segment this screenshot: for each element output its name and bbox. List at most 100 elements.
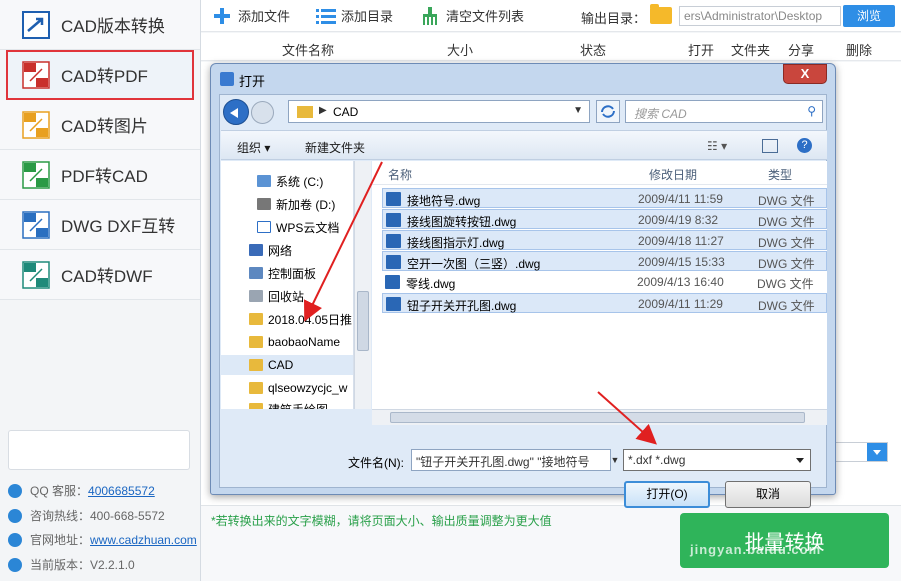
- dwg-file-icon: [385, 275, 400, 289]
- tree-item[interactable]: 控制面板: [249, 263, 316, 283]
- cad-to-image-icon: [22, 110, 50, 139]
- file-pane-scrollbar[interactable]: [372, 409, 827, 425]
- back-arrow-icon[interactable]: [223, 99, 249, 125]
- tree-item[interactable]: 2018.04.05日推: [249, 309, 352, 329]
- column-folder: 文件夹: [731, 43, 771, 58]
- drive-icon: [257, 175, 271, 187]
- file-row[interactable]: 零线.dwg 2009/4/13 16:40 DWG 文件: [382, 272, 827, 292]
- list-icon: [316, 7, 337, 25]
- tree-item-selected[interactable]: CAD: [221, 355, 353, 375]
- header-date[interactable]: 修改日期: [649, 166, 697, 183]
- column-delete: 删除: [846, 43, 873, 58]
- plus-icon: [213, 7, 231, 25]
- control-panel-icon: [249, 267, 263, 279]
- tree-item[interactable]: WPS云文档: [257, 217, 339, 237]
- tree-scrollbar[interactable]: [354, 161, 371, 409]
- website-link[interactable]: www.cadzhuan.com: [90, 533, 197, 547]
- tree-item[interactable]: 系统 (C:): [257, 171, 323, 191]
- dialog-title: 打开: [239, 74, 266, 89]
- version-icon: [8, 557, 22, 572]
- browse-button[interactable]: 浏览: [843, 5, 895, 27]
- folder-icon: [249, 359, 263, 371]
- view-options-icon[interactable]: ☷ ▾: [707, 139, 727, 153]
- version: 当前版本：V2.2.1.0: [8, 556, 135, 573]
- sidebar-item-label: DWG DXF互转: [61, 217, 176, 236]
- dwg-file-icon: [386, 297, 401, 311]
- clear-list-button[interactable]: 清空文件列表: [421, 6, 524, 25]
- refresh-icon[interactable]: [596, 100, 620, 123]
- sidebar-item-cad-version[interactable]: CAD版本转换: [0, 0, 200, 50]
- scrollbar-thumb[interactable]: [357, 291, 369, 351]
- close-button[interactable]: X: [783, 64, 827, 84]
- sidebar-item-dwg-dxf[interactable]: DWG DXF互转: [0, 200, 200, 250]
- watermark-text: jingyan.baidu.com: [690, 542, 822, 557]
- dialog-body: ▶ CAD ▼ 搜索 CAD ⚲ 组织 ▾ 新建文件夹 ☷ ▾ ? 系统 (C:…: [219, 94, 827, 508]
- tree-item[interactable]: 回收站: [249, 286, 304, 306]
- folder-icon: [249, 313, 263, 325]
- output-path-field[interactable]: ers\Administrator\Desktop: [679, 6, 841, 26]
- address-bar[interactable]: ▶ CAD ▼: [288, 100, 590, 123]
- scrollbar-thumb[interactable]: [390, 412, 805, 423]
- tree-item[interactable]: 建筑手绘图: [249, 399, 328, 409]
- batch-convert-button[interactable]: 批量转换: [680, 513, 889, 568]
- drive-icon: [257, 198, 271, 210]
- organize-menu[interactable]: 组织 ▾: [237, 139, 270, 156]
- cancel-button[interactable]: 取消: [725, 481, 811, 508]
- sidebar-item-pdf-to-cad[interactable]: PDF转CAD: [0, 150, 200, 200]
- tree-item[interactable]: 新加卷 (D:): [257, 194, 335, 214]
- sidebar-item-cad-to-pdf[interactable]: CAD转PDF: [6, 50, 194, 100]
- sidebar-item-cad-to-dwf[interactable]: CAD转DWF: [0, 250, 200, 300]
- file-row[interactable]: 空开一次图（三竖）.dwg 2009/4/15 15:33 DWG 文件: [382, 251, 827, 271]
- dwg-dxf-icon: [22, 210, 50, 239]
- folder-icon[interactable]: [650, 4, 672, 24]
- preview-pane-icon[interactable]: [762, 139, 778, 153]
- tree-item[interactable]: baobaoName: [249, 332, 340, 352]
- file-pane[interactable]: 名称 修改日期 类型 接地符号.dwg 2009/4/11 11:59 DWG 文件…: [372, 161, 827, 409]
- header-name[interactable]: 名称: [388, 166, 412, 183]
- search-input[interactable]: 搜索 CAD ⚲: [625, 100, 823, 123]
- add-file-button[interactable]: 添加文件: [213, 6, 290, 25]
- open-file-dialog: 打开 X ▶ CAD ▼ 搜索 CAD ⚲ 组织 ▾ 新建文件夹 ☷ ▾ ? 系…: [210, 63, 836, 508]
- navigation-tree[interactable]: 系统 (C:) 新加卷 (D:) WPS云文档 网络 控制面板 回收站 2018…: [221, 161, 354, 409]
- command-bar: 组织 ▾ 新建文件夹 ☷ ▾ ?: [221, 130, 827, 160]
- forward-arrow-icon[interactable]: [251, 101, 274, 124]
- filename-input[interactable]: "钮子开关开孔图.dwg" "接地符号: [411, 449, 611, 471]
- cad-to-dwf-icon: [22, 260, 50, 289]
- website: 官网地址： www.cadzhuan.com: [8, 531, 197, 548]
- column-file-name: 文件名称: [282, 43, 335, 58]
- chevron-down-icon[interactable]: ▼: [573, 105, 583, 116]
- add-directory-button[interactable]: 添加目录: [316, 6, 393, 25]
- quality-hint: *若转换出来的文字模糊，请将页面大小、输出质量调整为更大值: [211, 514, 552, 528]
- help-icon[interactable]: ?: [797, 138, 812, 153]
- pdf-to-cad-icon: [22, 160, 50, 189]
- file-pane-header: 名称 修改日期 类型: [372, 161, 827, 185]
- sidebar-item-label: PDF转CAD: [61, 167, 148, 186]
- file-row[interactable]: 钮子开关开孔图.dwg 2009/4/11 11:29 DWG 文件: [382, 293, 827, 313]
- hotline: 咨询热线：400-668-5572: [8, 507, 165, 524]
- quality-dropdown[interactable]: [834, 442, 888, 462]
- column-status: 状态: [580, 43, 607, 58]
- dwg-file-icon: [386, 234, 401, 248]
- folder-icon: [249, 336, 263, 348]
- qq-number-link[interactable]: 4006685572: [88, 484, 155, 498]
- folder-icon: [297, 106, 313, 118]
- support-banner[interactable]: [8, 430, 190, 470]
- toolbar: 添加文件 添加目录 清空文件列表 输出目录： ers\Administrator…: [201, 0, 901, 32]
- dwg-file-icon: [386, 255, 401, 269]
- tree-item[interactable]: 网络: [249, 240, 292, 260]
- new-folder-button[interactable]: 新建文件夹: [305, 139, 365, 156]
- file-row[interactable]: 接线图旋转按钮.dwg 2009/4/19 8:32 DWG 文件: [382, 209, 827, 229]
- tree-item[interactable]: qlseowzycjc_w: [249, 378, 347, 398]
- network-icon: [249, 244, 263, 256]
- open-button[interactable]: 打开(O): [624, 481, 710, 508]
- file-row[interactable]: 接地符号.dwg 2009/4/11 11:59 DWG 文件: [382, 188, 827, 208]
- chevron-down-icon[interactable]: ▼: [608, 449, 622, 471]
- filename-label: 文件名(N):: [348, 456, 404, 470]
- cloud-icon: [257, 221, 271, 233]
- header-type[interactable]: 类型: [768, 166, 792, 183]
- folder-icon: [249, 403, 263, 409]
- file-row[interactable]: 接线图指示灯.dwg 2009/4/18 11:27 DWG 文件: [382, 230, 827, 250]
- sidebar-item-label: CAD转PDF: [61, 67, 148, 86]
- filetype-select[interactable]: *.dxf *.dwg: [623, 449, 811, 471]
- sidebar-item-cad-to-image[interactable]: CAD转图片: [0, 100, 200, 150]
